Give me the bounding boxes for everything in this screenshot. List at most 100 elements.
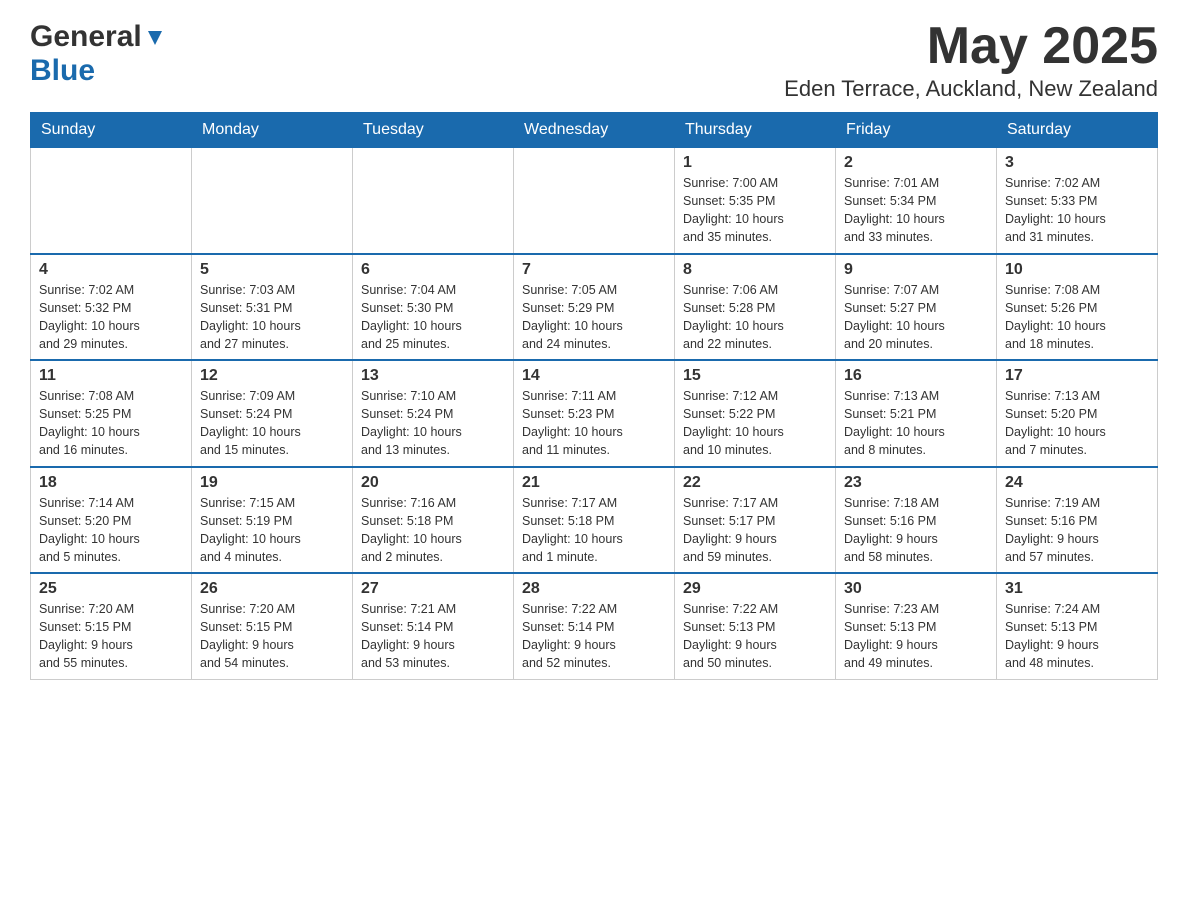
day-info: Sunrise: 7:14 AMSunset: 5:20 PMDaylight:… [39, 494, 183, 567]
calendar-cell: 22Sunrise: 7:17 AMSunset: 5:17 PMDayligh… [675, 467, 836, 574]
calendar-cell: 9 Sunrise: 7:07 AMSunset: 5:27 PMDaylight… [836, 254, 997, 361]
day-header-sunday: Sunday [31, 113, 192, 148]
calendar-cell: 4 Sunrise: 7:02 AMSunset: 5:32 PMDaylight… [31, 254, 192, 361]
day-number: 3 [1005, 154, 1149, 172]
calendar-cell [514, 148, 675, 254]
day-info: Sunrise: 7:23 AMSunset: 5:13 PMDaylight:… [844, 600, 988, 673]
day-info: Sunrise: 7:02 AMSunset: 5:32 PMDaylight:… [39, 281, 183, 354]
day-info: Sunrise: 7:06 AMSunset: 5:28 PMDaylight:… [683, 281, 827, 354]
calendar-cell: 31 Sunrise: 7:24 AMSunset: 5:13 PMDayligh… [997, 573, 1158, 679]
day-info: Sunrise: 7:22 AMSunset: 5:14 PMDaylight:… [522, 600, 666, 673]
calendar-cell: 25 Sunrise: 7:20 AMSunset: 5:15 PMDayligh… [31, 573, 192, 679]
logo: General Blue [30, 20, 164, 88]
day-number: 11 [39, 367, 183, 385]
day-info: Sunrise: 7:24 AMSunset: 5:13 PMDaylight:… [1005, 600, 1149, 673]
day-number: 30 [844, 580, 988, 598]
day-number: 13 [361, 367, 505, 385]
day-info: Sunrise: 7:07 AMSunset: 5:27 PMDaylight:… [844, 281, 988, 354]
calendar-cell: 14Sunrise: 7:11 AMSunset: 5:23 PMDayligh… [514, 360, 675, 467]
day-header-thursday: Thursday [675, 113, 836, 148]
day-number: 20 [361, 474, 505, 492]
calendar-cell: 3 Sunrise: 7:02 AMSunset: 5:33 PMDaylight… [997, 148, 1158, 254]
calendar-cell [31, 148, 192, 254]
day-header-monday: Monday [192, 113, 353, 148]
day-info: Sunrise: 7:20 AMSunset: 5:15 PMDaylight:… [200, 600, 344, 673]
calendar-header-row: SundayMondayTuesdayWednesdayThursdayFrid… [31, 113, 1158, 148]
page-header: General Blue May 2025 Eden Terrace, Auck… [30, 20, 1158, 102]
calendar-cell: 20 Sunrise: 7:16 AMSunset: 5:18 PMDayligh… [353, 467, 514, 574]
calendar-cell: 11 Sunrise: 7:08 AMSunset: 5:25 PMDayligh… [31, 360, 192, 467]
location-title: Eden Terrace, Auckland, New Zealand [784, 76, 1158, 102]
calendar-cell: 12 Sunrise: 7:09 AMSunset: 5:24 PMDayligh… [192, 360, 353, 467]
day-info: Sunrise: 7:13 AMSunset: 5:20 PMDaylight:… [1005, 387, 1149, 460]
day-number: 23 [844, 474, 988, 492]
day-info: Sunrise: 7:10 AMSunset: 5:24 PMDaylight:… [361, 387, 505, 460]
calendar-cell: 30 Sunrise: 7:23 AMSunset: 5:13 PMDayligh… [836, 573, 997, 679]
day-number: 12 [200, 367, 344, 385]
calendar-cell: 19Sunrise: 7:15 AMSunset: 5:19 PMDayligh… [192, 467, 353, 574]
calendar-cell: 8 Sunrise: 7:06 AMSunset: 5:28 PMDaylight… [675, 254, 836, 361]
day-number: 10 [1005, 261, 1149, 279]
day-number: 15 [683, 367, 827, 385]
day-info: Sunrise: 7:21 AMSunset: 5:14 PMDaylight:… [361, 600, 505, 673]
calendar-cell: 10 Sunrise: 7:08 AMSunset: 5:26 PMDayligh… [997, 254, 1158, 361]
calendar-cell: 18 Sunrise: 7:14 AMSunset: 5:20 PMDayligh… [31, 467, 192, 574]
day-number: 21 [522, 474, 666, 492]
calendar-cell [353, 148, 514, 254]
day-info: Sunrise: 7:08 AMSunset: 5:26 PMDaylight:… [1005, 281, 1149, 354]
day-info: Sunrise: 7:04 AMSunset: 5:30 PMDaylight:… [361, 281, 505, 354]
calendar-cell: 23 Sunrise: 7:18 AMSunset: 5:16 PMDayligh… [836, 467, 997, 574]
calendar-cell: 15 Sunrise: 7:12 AMSunset: 5:22 PMDayligh… [675, 360, 836, 467]
calendar-cell: 13 Sunrise: 7:10 AMSunset: 5:24 PMDayligh… [353, 360, 514, 467]
day-number: 14 [522, 367, 666, 385]
calendar-week-4: 18 Sunrise: 7:14 AMSunset: 5:20 PMDayligh… [31, 467, 1158, 574]
day-number: 5 [200, 261, 344, 279]
calendar-cell: 28Sunrise: 7:22 AMSunset: 5:14 PMDayligh… [514, 573, 675, 679]
day-info: Sunrise: 7:13 AMSunset: 5:21 PMDaylight:… [844, 387, 988, 460]
day-number: 8 [683, 261, 827, 279]
day-info: Sunrise: 7:16 AMSunset: 5:18 PMDaylight:… [361, 494, 505, 567]
calendar-cell: 5 Sunrise: 7:03 AMSunset: 5:31 PMDaylight… [192, 254, 353, 361]
calendar-week-5: 25 Sunrise: 7:20 AMSunset: 5:15 PMDayligh… [31, 573, 1158, 679]
calendar-cell: 17 Sunrise: 7:13 AMSunset: 5:20 PMDayligh… [997, 360, 1158, 467]
day-number: 27 [361, 580, 505, 598]
day-number: 9 [844, 261, 988, 279]
day-number: 2 [844, 154, 988, 172]
calendar-cell: 1Sunrise: 7:00 AMSunset: 5:35 PMDaylight… [675, 148, 836, 254]
day-number: 4 [39, 261, 183, 279]
day-info: Sunrise: 7:22 AMSunset: 5:13 PMDaylight:… [683, 600, 827, 673]
calendar-cell: 2 Sunrise: 7:01 AMSunset: 5:34 PMDaylight… [836, 148, 997, 254]
day-header-wednesday: Wednesday [514, 113, 675, 148]
day-info: Sunrise: 7:19 AMSunset: 5:16 PMDaylight:… [1005, 494, 1149, 567]
calendar-cell: 24 Sunrise: 7:19 AMSunset: 5:16 PMDayligh… [997, 467, 1158, 574]
day-info: Sunrise: 7:02 AMSunset: 5:33 PMDaylight:… [1005, 174, 1149, 247]
logo-blue-text: Blue [30, 54, 95, 87]
day-info: Sunrise: 7:03 AMSunset: 5:31 PMDaylight:… [200, 281, 344, 354]
calendar-cell: 16Sunrise: 7:13 AMSunset: 5:21 PMDayligh… [836, 360, 997, 467]
day-number: 19 [200, 474, 344, 492]
calendar-cell: 6Sunrise: 7:04 AMSunset: 5:30 PMDaylight… [353, 254, 514, 361]
day-number: 24 [1005, 474, 1149, 492]
day-number: 26 [200, 580, 344, 598]
day-number: 25 [39, 580, 183, 598]
day-header-saturday: Saturday [997, 113, 1158, 148]
day-number: 17 [1005, 367, 1149, 385]
day-info: Sunrise: 7:01 AMSunset: 5:34 PMDaylight:… [844, 174, 988, 247]
day-info: Sunrise: 7:17 AMSunset: 5:18 PMDaylight:… [522, 494, 666, 567]
day-info: Sunrise: 7:08 AMSunset: 5:25 PMDaylight:… [39, 387, 183, 460]
day-info: Sunrise: 7:09 AMSunset: 5:24 PMDaylight:… [200, 387, 344, 460]
day-info: Sunrise: 7:18 AMSunset: 5:16 PMDaylight:… [844, 494, 988, 567]
day-info: Sunrise: 7:20 AMSunset: 5:15 PMDaylight:… [39, 600, 183, 673]
day-info: Sunrise: 7:00 AMSunset: 5:35 PMDaylight:… [683, 174, 827, 247]
calendar-cell: 26 Sunrise: 7:20 AMSunset: 5:15 PMDayligh… [192, 573, 353, 679]
day-info: Sunrise: 7:12 AMSunset: 5:22 PMDaylight:… [683, 387, 827, 460]
day-number: 31 [1005, 580, 1149, 598]
calendar-cell: 27 Sunrise: 7:21 AMSunset: 5:14 PMDayligh… [353, 573, 514, 679]
day-number: 22 [683, 474, 827, 492]
day-header-tuesday: Tuesday [353, 113, 514, 148]
calendar-week-2: 4 Sunrise: 7:02 AMSunset: 5:32 PMDaylight… [31, 254, 1158, 361]
calendar-week-3: 11 Sunrise: 7:08 AMSunset: 5:25 PMDayligh… [31, 360, 1158, 467]
calendar-cell: 21 Sunrise: 7:17 AMSunset: 5:18 PMDayligh… [514, 467, 675, 574]
day-info: Sunrise: 7:05 AMSunset: 5:29 PMDaylight:… [522, 281, 666, 354]
day-number: 18 [39, 474, 183, 492]
